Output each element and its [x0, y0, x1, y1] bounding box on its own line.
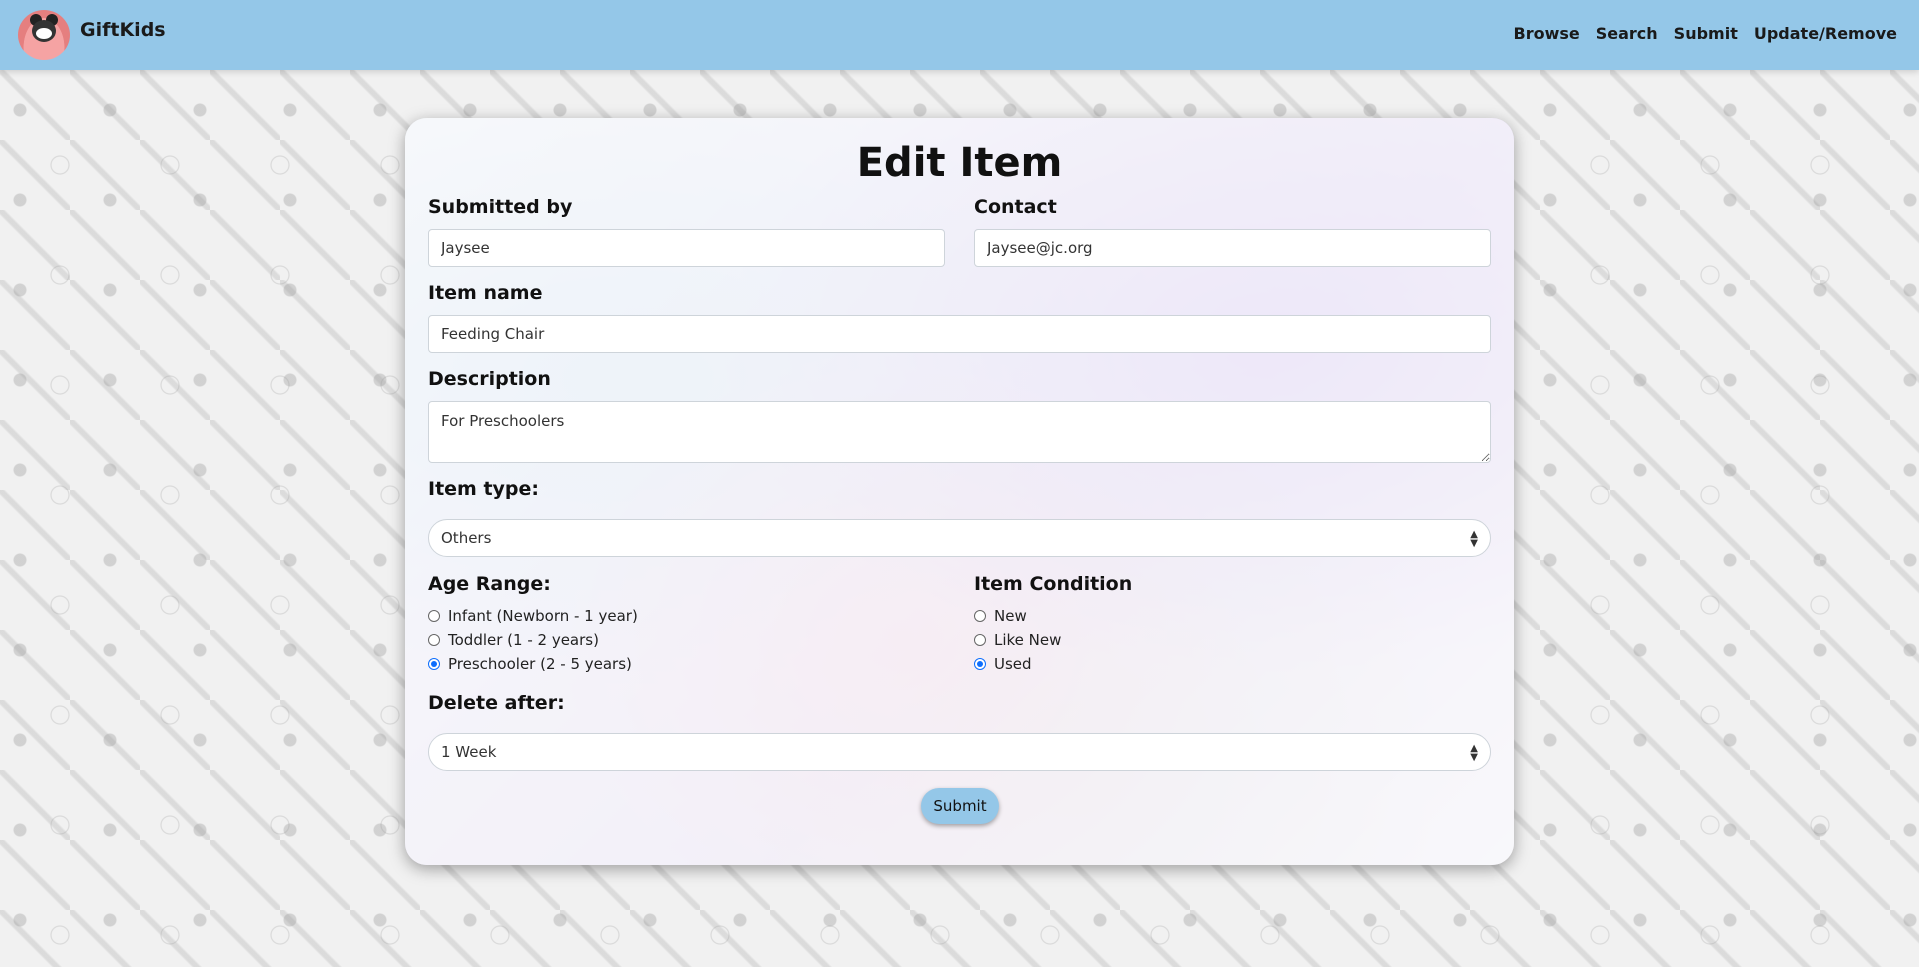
item-condition-option-label: New — [994, 607, 1027, 625]
brand-name: GiftKids — [80, 19, 166, 41]
nav-link-update-remove[interactable]: Update/Remove — [1754, 24, 1897, 43]
description-textarea[interactable]: For Preschoolers — [428, 401, 1491, 463]
age-range-option-label: Infant (Newborn - 1 year) — [448, 607, 638, 625]
item-condition-option-label: Like New — [994, 631, 1062, 649]
delete-after-label: Delete after: — [428, 692, 565, 714]
nav-link-browse[interactable]: Browse — [1514, 24, 1580, 43]
edit-item-card: Edit Item Submitted by Contact Item name… — [405, 118, 1514, 865]
item-condition-option-new[interactable]: New — [974, 607, 1027, 625]
description-label: Description — [428, 368, 551, 390]
age-range-option-toddler[interactable]: Toddler (1 - 2 years) — [428, 631, 599, 649]
item-condition-option-label: Used — [994, 655, 1032, 673]
radio-button-checked[interactable] — [428, 658, 440, 670]
page-title: Edit Item — [856, 140, 1063, 186]
contact-label: Contact — [974, 196, 1057, 218]
age-range-option-label: Preschooler (2 - 5 years) — [448, 655, 632, 673]
age-range-option-label: Toddler (1 - 2 years) — [448, 631, 599, 649]
nav-link-submit[interactable]: Submit — [1674, 24, 1738, 43]
age-range-option-preschooler[interactable]: Preschooler (2 - 5 years) — [428, 655, 632, 673]
item-type-select[interactable]: Others ▲ ▼ — [428, 519, 1491, 557]
submitted-by-input[interactable] — [428, 229, 945, 267]
radio-button-checked[interactable] — [974, 658, 986, 670]
item-type-label: Item type: — [428, 478, 540, 500]
item-condition-option-like-new[interactable]: Like New — [974, 631, 1061, 649]
radio-button[interactable] — [974, 610, 986, 622]
delete-after-selected-value: 1 Week — [441, 743, 497, 761]
radio-button[interactable] — [974, 634, 986, 646]
item-name-label: Item name — [428, 282, 543, 304]
item-type-selected-value: Others — [441, 529, 492, 547]
top-navbar: GiftKids Browse Search Submit Update/Rem… — [0, 0, 1919, 70]
age-range-option-infant[interactable]: Infant (Newborn - 1 year) — [428, 607, 638, 625]
brand[interactable]: GiftKids — [18, 10, 166, 60]
submit-button[interactable]: Submit — [921, 788, 999, 824]
contact-input[interactable] — [974, 229, 1491, 267]
radio-button[interactable] — [428, 610, 440, 622]
age-range-label: Age Range: — [428, 573, 551, 595]
item-condition-option-used[interactable]: Used — [974, 655, 1032, 673]
nav-links: Browse Search Submit Update/Remove — [1514, 24, 1898, 43]
delete-after-select[interactable]: 1 Week ▲ ▼ — [428, 733, 1491, 771]
select-caret-icon: ▲ ▼ — [1470, 743, 1478, 763]
teddy-bear-logo-icon — [18, 10, 70, 60]
item-condition-label: Item Condition — [974, 573, 1133, 595]
radio-button[interactable] — [428, 634, 440, 646]
nav-link-search[interactable]: Search — [1596, 24, 1658, 43]
submitted-by-label: Submitted by — [428, 196, 573, 218]
item-name-input[interactable] — [428, 315, 1491, 353]
select-caret-icon: ▲ ▼ — [1470, 529, 1478, 549]
